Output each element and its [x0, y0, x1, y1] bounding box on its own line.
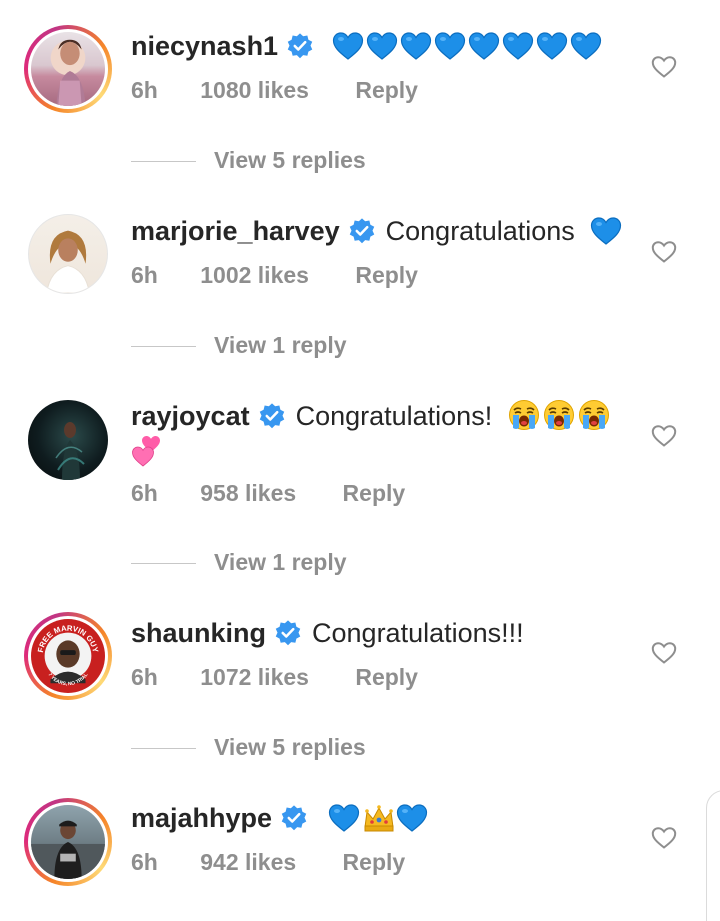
like-heart-icon[interactable]	[651, 641, 677, 665]
likes-count[interactable]: 1072 likes	[200, 664, 309, 690]
view-replies-button[interactable]: View 5 replies	[131, 147, 366, 174]
avatar[interactable]	[24, 25, 112, 113]
blue-heart-icon	[570, 31, 602, 61]
reply-button[interactable]: Reply	[343, 480, 406, 506]
avatar[interactable]	[24, 210, 112, 298]
view-replies-button[interactable]: View 1 reply	[131, 549, 347, 576]
likes-count[interactable]: 958 likes	[200, 480, 296, 506]
crying-face-icon	[508, 399, 540, 431]
likes-count[interactable]: 942 likes	[200, 849, 296, 875]
verified-badge-icon	[258, 402, 286, 430]
avatar-photo	[31, 32, 105, 106]
view-replies-label: View 5 replies	[214, 734, 366, 760]
crying-face-icon	[543, 399, 575, 431]
comment-line: marjorie_harvey Congratulations	[131, 213, 630, 249]
comment-meta: 6h 1080 likes Reply	[131, 77, 454, 104]
avatar-photo: FREE MARVIN GUY 7 YEARS, NO TRIAL	[31, 619, 105, 693]
view-replies-label: View 1 reply	[214, 549, 347, 575]
blue-heart-icon	[536, 31, 568, 61]
username[interactable]: majahhype	[131, 803, 272, 833]
avatar-photo	[31, 805, 105, 879]
username[interactable]: marjorie_harvey	[131, 216, 340, 246]
verified-badge-icon	[274, 619, 302, 647]
view-replies-label: View 5 replies	[214, 147, 366, 173]
avatar[interactable]: FREE MARVIN GUY 7 YEARS, NO TRIAL	[24, 612, 112, 700]
comment-text: Congratulations!!!	[312, 618, 524, 648]
two-hearts-icon	[131, 435, 165, 467]
timestamp: 6h	[131, 262, 158, 288]
comment-text: Congratulations!	[295, 401, 493, 431]
timestamp: 6h	[131, 77, 158, 103]
blue-heart-icon	[502, 31, 534, 61]
avatar[interactable]	[24, 798, 112, 886]
likes-count[interactable]: 1002 likes	[200, 262, 309, 288]
verified-badge-icon	[280, 804, 308, 832]
blue-heart-icon	[434, 31, 466, 61]
username[interactable]: shaunking	[131, 618, 266, 648]
blue-heart-icon	[332, 31, 364, 61]
reply-button[interactable]: Reply	[355, 664, 418, 690]
reply-button[interactable]: Reply	[355, 77, 418, 103]
comment-text: Congratulations	[385, 216, 575, 246]
blue-heart-icon	[590, 216, 622, 246]
blue-heart-icon	[396, 803, 428, 833]
like-heart-icon[interactable]	[651, 826, 677, 850]
avatar-photo	[28, 214, 108, 294]
comment-line: niecynash1	[131, 28, 630, 64]
comment-line: rayjoycat Congratulations!	[131, 398, 630, 470]
like-heart-icon[interactable]	[651, 424, 677, 448]
reply-button[interactable]: Reply	[343, 849, 406, 875]
view-replies-button[interactable]: View 1 reply	[131, 332, 347, 359]
view-replies-button[interactable]: View 5 replies	[131, 734, 366, 761]
username[interactable]: niecynash1	[131, 31, 278, 61]
blue-heart-icon	[400, 31, 432, 61]
divider-line	[131, 563, 196, 565]
comment-line: majahhype	[131, 800, 630, 836]
like-heart-icon[interactable]	[651, 240, 677, 264]
crying-face-icon	[578, 399, 610, 431]
divider-line	[131, 346, 196, 348]
comment-meta: 6h 1072 likes Reply	[131, 664, 454, 691]
verified-badge-icon	[348, 217, 376, 245]
divider-line	[131, 161, 196, 163]
timestamp: 6h	[131, 849, 158, 875]
blue-heart-icon	[468, 31, 500, 61]
divider-line	[131, 748, 196, 750]
timestamp: 6h	[131, 664, 158, 690]
comment-meta: 6h 942 likes Reply	[131, 849, 441, 876]
username[interactable]: rayjoycat	[131, 401, 250, 431]
edge-panel	[706, 790, 720, 921]
blue-heart-icon	[366, 31, 398, 61]
comment-meta: 6h 1002 likes Reply	[131, 262, 454, 289]
crown-icon	[362, 803, 396, 833]
view-replies-label: View 1 reply	[214, 332, 347, 358]
like-heart-icon[interactable]	[651, 55, 677, 79]
likes-count[interactable]: 1080 likes	[200, 77, 309, 103]
avatar[interactable]	[24, 396, 112, 484]
comment-meta: 6h 958 likes Reply	[131, 480, 441, 507]
emoji-blue-hearts	[332, 31, 604, 61]
comment-line: shaunking Congratulations!!!	[131, 615, 630, 651]
timestamp: 6h	[131, 480, 158, 506]
reply-button[interactable]: Reply	[355, 262, 418, 288]
blue-heart-icon	[328, 803, 360, 833]
avatar-photo	[28, 400, 108, 480]
verified-badge-icon	[286, 32, 314, 60]
